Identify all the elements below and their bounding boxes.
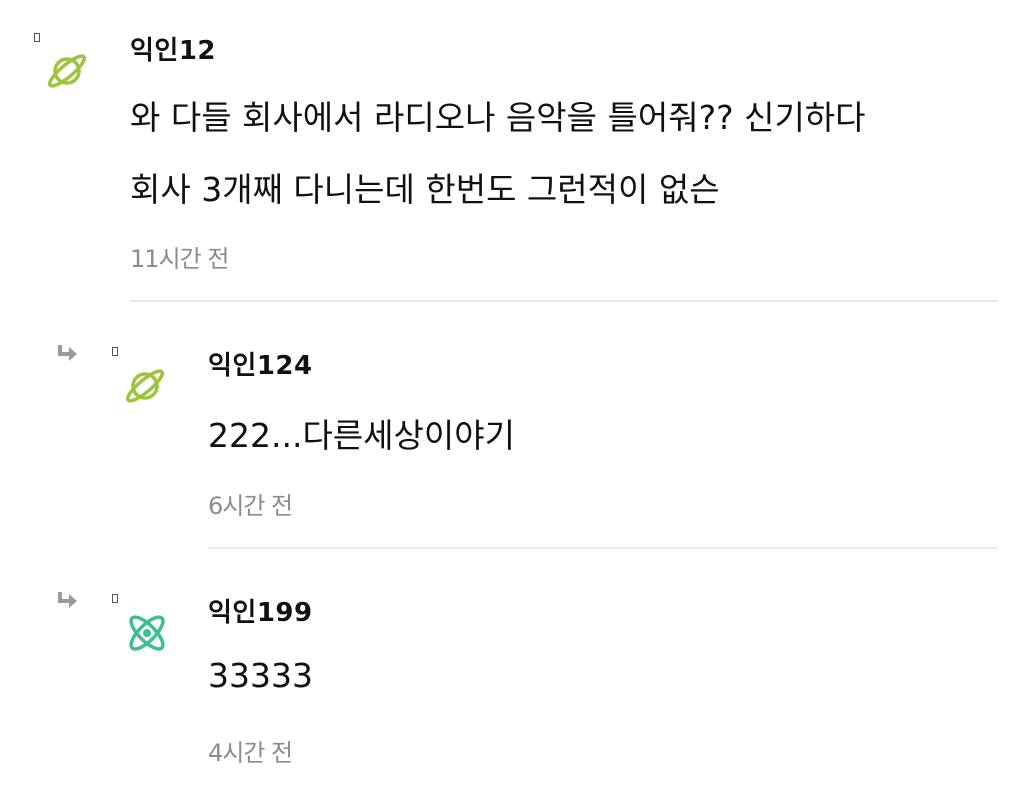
pin-icon: [112, 347, 118, 356]
divider: [130, 300, 998, 302]
comment-author[interactable]: 익인12: [130, 30, 216, 67]
reply-comment: 익인124 222...다른세상이야기 6시간 전: [0, 303, 1024, 549]
comment-author[interactable]: 익인124: [208, 345, 313, 382]
comment-text-line: 222...다른세상이야기: [208, 416, 515, 455]
reply-comment: 익인199 33333 4시간 전: [0, 550, 1024, 794]
comment-text-line: 회사 3개째 다니는데 한번도 그런적이 없슨: [130, 170, 720, 209]
reply-arrow-icon: [58, 345, 77, 361]
divider: [208, 547, 998, 549]
comment-author[interactable]: 익인199: [208, 592, 313, 629]
comment-text-line: 33333: [208, 656, 313, 695]
reply-arrow-icon: [58, 592, 77, 608]
comment: 익인12 와 다들 회사에서 라디오나 음악을 틀어줘?? 신기하다 회사 3개…: [0, 0, 1024, 302]
comment-timestamp: 11시간 전: [130, 245, 229, 273]
comment-text-line: 와 다들 회사에서 라디오나 음악을 틀어줘?? 신기하다: [130, 98, 866, 137]
planet-icon: [47, 54, 87, 88]
comment-timestamp: 4시간 전: [208, 739, 293, 767]
atom-icon: [129, 615, 165, 651]
comment-timestamp: 6시간 전: [208, 492, 293, 520]
pin-icon: [34, 33, 40, 42]
planet-icon: [125, 369, 165, 403]
pin-icon: [112, 594, 118, 603]
